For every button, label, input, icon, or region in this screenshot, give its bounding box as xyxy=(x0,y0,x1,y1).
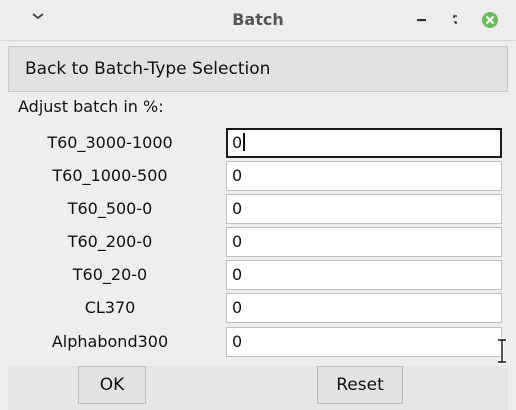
batch-window: Batch Back to Batch-Type Selection Adjus… xyxy=(0,0,516,410)
batch-input-field[interactable]: 0 xyxy=(226,327,502,357)
batch-input-field[interactable]: 0 xyxy=(226,227,502,257)
restore-icon[interactable] xyxy=(446,10,466,30)
field-value: 0 xyxy=(232,265,243,284)
adjust-batch-label: Adjust batch in %: xyxy=(18,97,164,116)
batch-input-field[interactable]: 0 xyxy=(226,293,502,323)
batch-input-field[interactable]: 0 xyxy=(226,194,502,224)
reset-button[interactable]: Reset xyxy=(317,366,403,404)
field-value: 0 xyxy=(232,232,243,251)
field-row: T60_20-0 0 xyxy=(0,258,516,292)
field-label: CL370 xyxy=(84,298,136,317)
field-value: 0 xyxy=(232,332,243,351)
back-to-batch-type-selection-button[interactable]: Back to Batch-Type Selection xyxy=(8,46,508,92)
ok-button[interactable]: OK xyxy=(78,366,146,404)
back-button-label: Back to Batch-Type Selection xyxy=(25,59,271,79)
field-row: T60_500-0 0 xyxy=(0,192,516,226)
field-value: 0 xyxy=(232,199,243,218)
field-label: T60_1000-500 xyxy=(52,166,168,185)
batch-input-field[interactable]: 0 xyxy=(226,260,502,290)
text-cursor-icon xyxy=(498,338,506,364)
field-label: T60_200-0 xyxy=(67,232,153,251)
field-value: 0 xyxy=(232,166,243,185)
field-value: 0 xyxy=(232,298,243,317)
field-label: T60_500-0 xyxy=(67,199,153,218)
batch-input-field[interactable]: 0 xyxy=(226,128,502,158)
button-bar: OK Reset xyxy=(8,366,508,410)
field-row: T60_3000-1000 0 xyxy=(0,126,516,160)
text-caret xyxy=(243,133,246,151)
title-bar[interactable]: Batch xyxy=(0,0,516,41)
minimize-icon[interactable] xyxy=(412,10,432,30)
field-value: 0 xyxy=(232,133,243,152)
field-row: T60_200-0 0 xyxy=(0,225,516,259)
field-label: Alphabond300 xyxy=(51,332,169,351)
field-row: T60_1000-500 0 xyxy=(0,159,516,193)
field-row: CL370 0 xyxy=(0,291,516,325)
field-label: T60_20-0 xyxy=(72,265,148,284)
batch-input-field[interactable]: 0 xyxy=(226,161,502,191)
field-label: T60_3000-1000 xyxy=(47,133,173,152)
window-title: Batch xyxy=(232,10,284,29)
field-row: Alphabond300 0 xyxy=(0,325,516,359)
close-icon[interactable] xyxy=(480,10,500,30)
